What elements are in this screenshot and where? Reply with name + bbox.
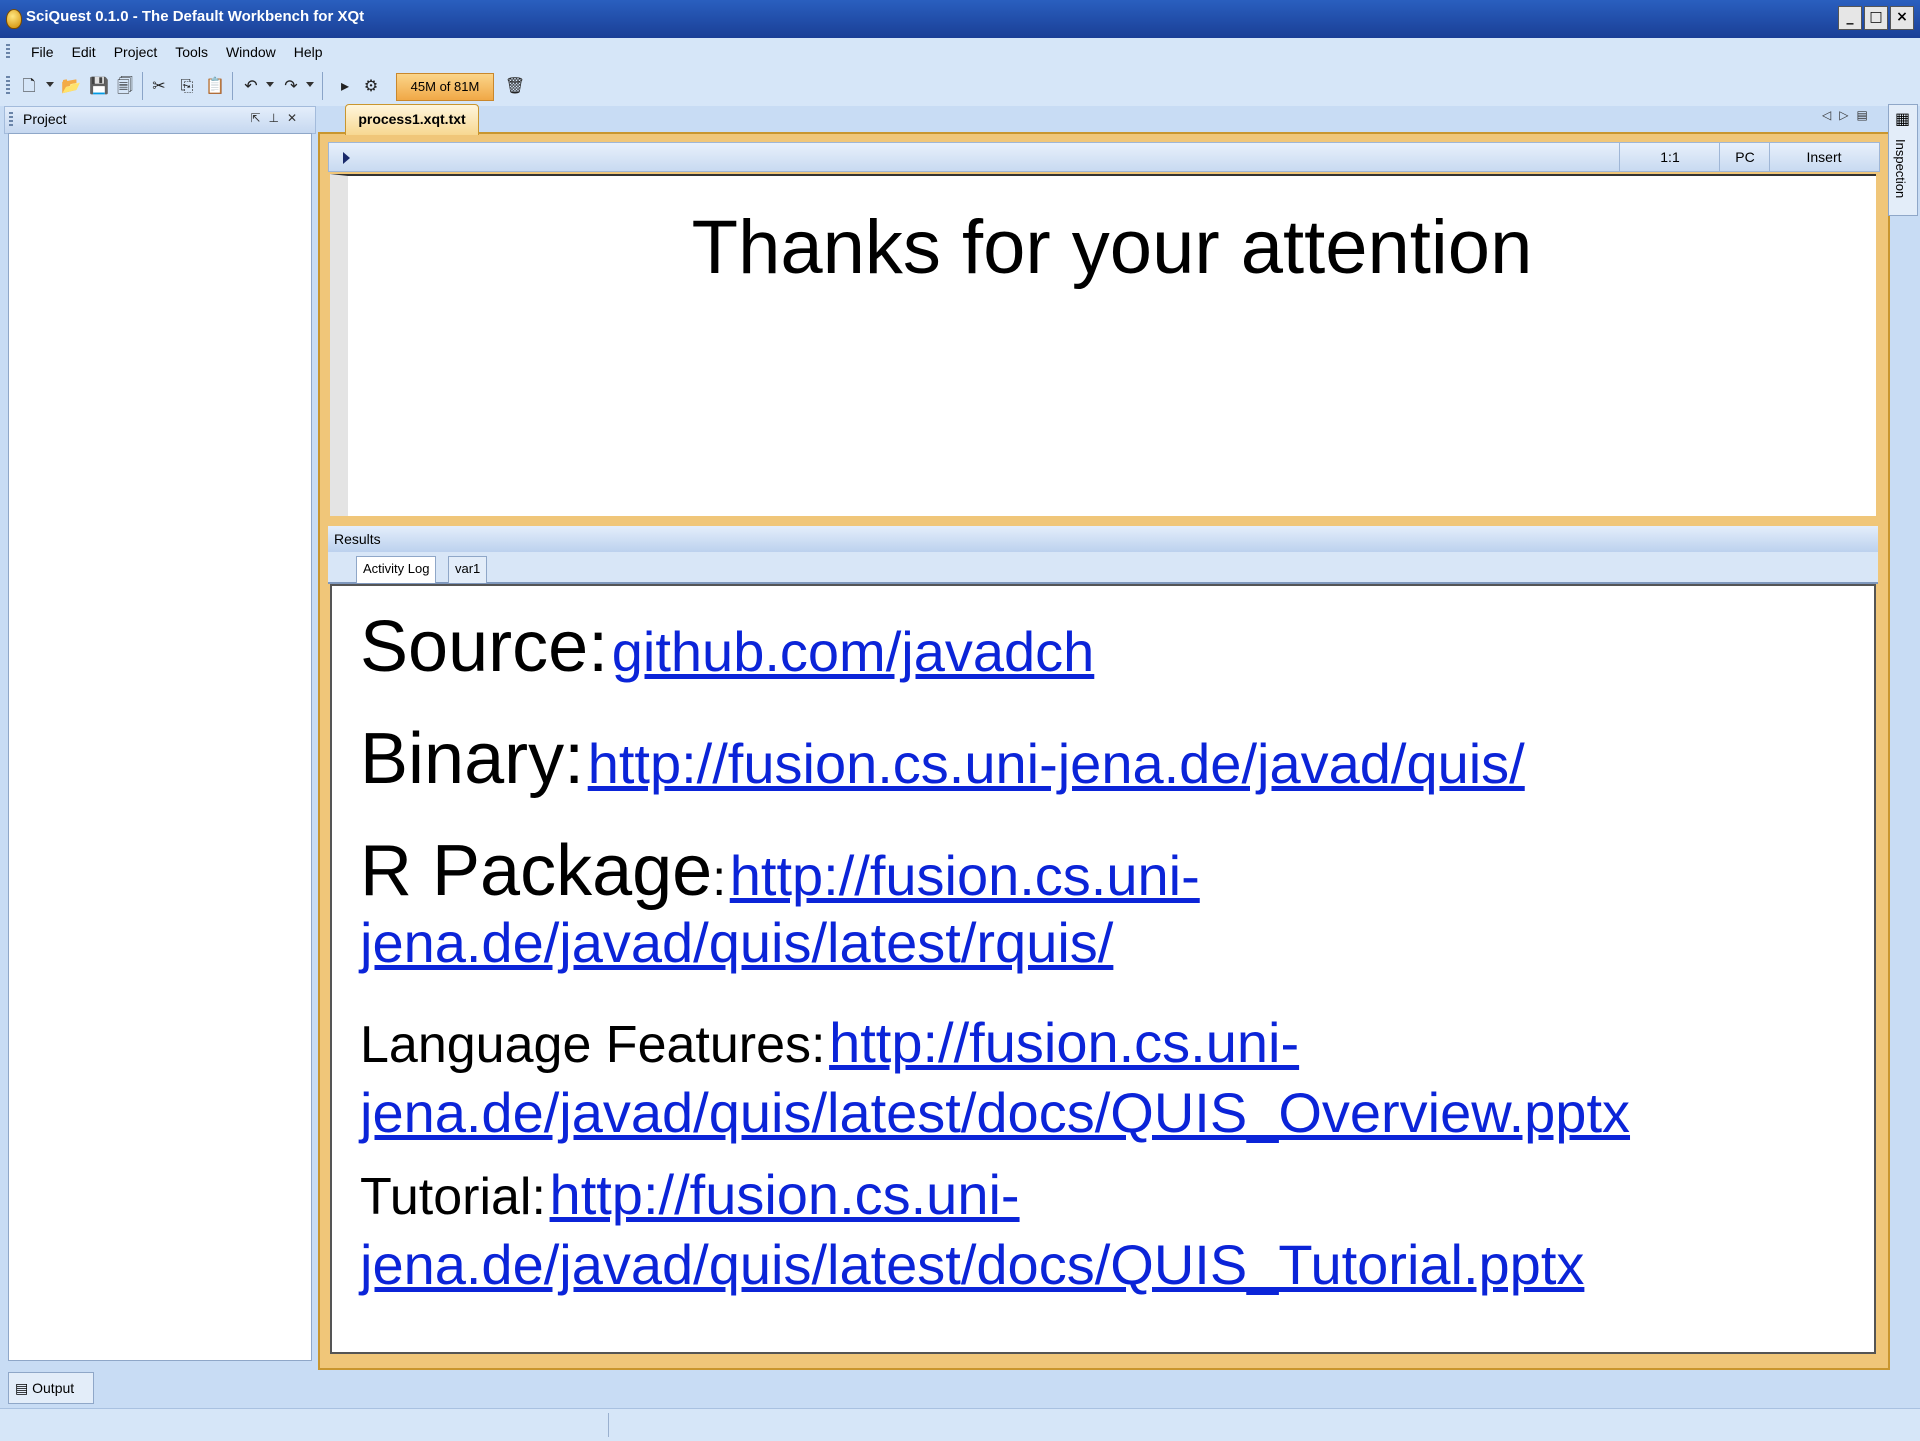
- inspection-panel-tab[interactable]: ▦ Inspection: [1888, 104, 1918, 216]
- memory-indicator: 45M of 81M: [396, 73, 494, 101]
- menu-edit[interactable]: Edit: [63, 38, 105, 66]
- output-tab-label: Output: [32, 1380, 75, 1396]
- rpackage-link-1[interactable]: http://fusion.cs.uni-: [730, 844, 1200, 907]
- paste-icon[interactable]: 📋: [204, 75, 226, 97]
- cursor-position: 1:1: [1619, 143, 1720, 171]
- insert-mode: Insert: [1769, 143, 1878, 171]
- project-panel-header: Project ⇱⊥✕: [4, 106, 316, 134]
- close-panel-icon[interactable]: ✕: [287, 111, 305, 125]
- redo-dropdown-icon[interactable]: [306, 82, 314, 87]
- toolbar-grip-icon: [6, 76, 10, 96]
- undo-icon[interactable]: ↶: [240, 75, 262, 97]
- tutorial-link-1[interactable]: http://fusion.cs.uni-: [550, 1163, 1020, 1226]
- rpackage-colon: :: [712, 850, 727, 906]
- run-icon[interactable]: ▸: [334, 75, 356, 97]
- tab-activity-log[interactable]: Activity Log: [356, 556, 437, 583]
- source-link[interactable]: github.com/javadch: [612, 620, 1095, 683]
- language-features-link-2[interactable]: jena.de/javad/quis/latest/docs/QUIS_Over…: [360, 1081, 1630, 1144]
- tutorial-label: Tutorial:: [360, 1168, 546, 1226]
- project-tree[interactable]: [8, 133, 312, 1361]
- inspection-label: Inspection: [1893, 139, 1908, 199]
- new-dropdown-icon[interactable]: [46, 82, 54, 87]
- output-tab[interactable]: ▤ Output: [8, 1372, 94, 1404]
- editor-run-arrow-icon[interactable]: [343, 152, 350, 164]
- source-label: Source:: [360, 607, 609, 687]
- tutorial-link-2[interactable]: jena.de/javad/quis/latest/docs/QUIS_Tuto…: [360, 1233, 1584, 1296]
- copy-icon[interactable]: ⎘: [176, 75, 198, 97]
- minimize-button[interactable]: _: [1838, 6, 1862, 30]
- tab-scroll-left-icon[interactable]: ◁: [1822, 108, 1839, 122]
- open-folder-icon[interactable]: 📂: [60, 75, 82, 97]
- tab-navigation: ◁▷▤: [1822, 108, 1876, 122]
- garbage-collect-icon[interactable]: 🗑: [504, 75, 526, 97]
- tab-process1[interactable]: process1.xqt.txt: [345, 104, 479, 135]
- code-editor[interactable]: Thanks for your attention: [330, 174, 1876, 516]
- maximize-button[interactable]: □: [1864, 6, 1888, 30]
- redo-icon[interactable]: ↷: [280, 75, 302, 97]
- menu-help[interactable]: Help: [285, 38, 332, 66]
- menu-bar: File Edit Project Tools Window Help: [0, 38, 1920, 67]
- save-all-icon[interactable]: 🗐: [114, 75, 136, 97]
- undo-dropdown-icon[interactable]: [266, 82, 274, 87]
- execute-icon[interactable]: ⚙: [360, 75, 382, 97]
- language-features-link-1[interactable]: http://fusion.cs.uni-: [829, 1011, 1299, 1074]
- editor-heading: Thanks for your attention: [691, 205, 1533, 290]
- results-title: Results: [328, 526, 1878, 552]
- cut-icon[interactable]: ✂: [148, 75, 170, 97]
- project-panel-title: Project: [23, 111, 67, 127]
- panel-grip-icon: [9, 112, 13, 126]
- new-file-icon[interactable]: 🗋: [18, 75, 40, 97]
- menu-grip-icon: [6, 44, 10, 60]
- save-icon[interactable]: 💾: [88, 75, 110, 97]
- results-pane: Source: github.com/javadch Binary: http:…: [330, 584, 1876, 1354]
- title-bar: SciQuest 0.1.0 - The Default Workbench f…: [0, 0, 1920, 38]
- menu-file[interactable]: File: [22, 38, 63, 66]
- output-icon: ▤: [15, 1380, 29, 1396]
- tab-list-icon[interactable]: ▤: [1856, 108, 1875, 122]
- tab-scroll-right-icon[interactable]: ▷: [1839, 108, 1856, 122]
- close-button[interactable]: ×: [1890, 6, 1914, 30]
- menu-tools[interactable]: Tools: [166, 38, 217, 66]
- menu-window[interactable]: Window: [217, 38, 285, 66]
- pin-panel-icon[interactable]: ⊥: [268, 111, 286, 125]
- tab-var1[interactable]: var1: [448, 556, 488, 583]
- window-title: SciQuest 0.1.0 - The Default Workbench f…: [26, 8, 365, 25]
- rpackage-link-2[interactable]: jena.de/javad/quis/latest/rquis/: [360, 911, 1113, 974]
- results-tabs: Activity Log var1: [328, 552, 1878, 584]
- status-bar: [0, 1408, 1920, 1441]
- language-features-label: Language Features:: [360, 1016, 826, 1074]
- line-ending-mode: PC: [1719, 143, 1770, 171]
- main-toolbar: 🗋 📂 💾 🗐 ✂ ⎘ 📋 ↶ ↷ ▸ ⚙ 45M of 81M 🗑: [0, 66, 1920, 106]
- rpackage-label: R Package: [360, 831, 713, 911]
- binary-label: Binary:: [360, 719, 585, 799]
- inspection-icon: ▦: [1895, 109, 1911, 128]
- binary-link[interactable]: http://fusion.cs.uni-jena.de/javad/quis/: [588, 732, 1525, 795]
- editor-toolbar: 1:1 PC Insert: [328, 142, 1880, 172]
- app-icon: [6, 9, 22, 29]
- float-panel-icon[interactable]: ⇱: [250, 111, 268, 125]
- menu-project[interactable]: Project: [105, 38, 167, 66]
